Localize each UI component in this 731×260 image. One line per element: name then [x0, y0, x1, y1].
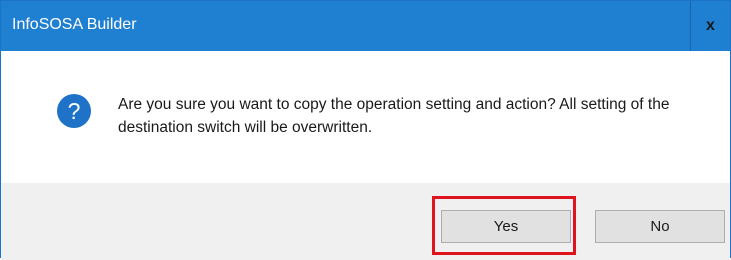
confirm-dialog: InfoSOSA Builder x ? Are you sure you wa… — [0, 0, 731, 260]
message-text: Are you sure you want to copy the operat… — [118, 96, 670, 136]
yes-button[interactable]: Yes — [441, 210, 571, 243]
no-button[interactable]: No — [595, 210, 725, 243]
window-title: InfoSOSA Builder — [12, 16, 137, 33]
button-bar: Yes No — [1, 183, 730, 260]
title-bar[interactable]: InfoSOSA Builder x — [1, 1, 730, 51]
close-button[interactable]: x — [690, 1, 730, 51]
question-icon: ? — [56, 93, 92, 129]
svg-text:?: ? — [68, 98, 81, 124]
message-area: ? Are you sure you want to copy the oper… — [1, 51, 730, 183]
